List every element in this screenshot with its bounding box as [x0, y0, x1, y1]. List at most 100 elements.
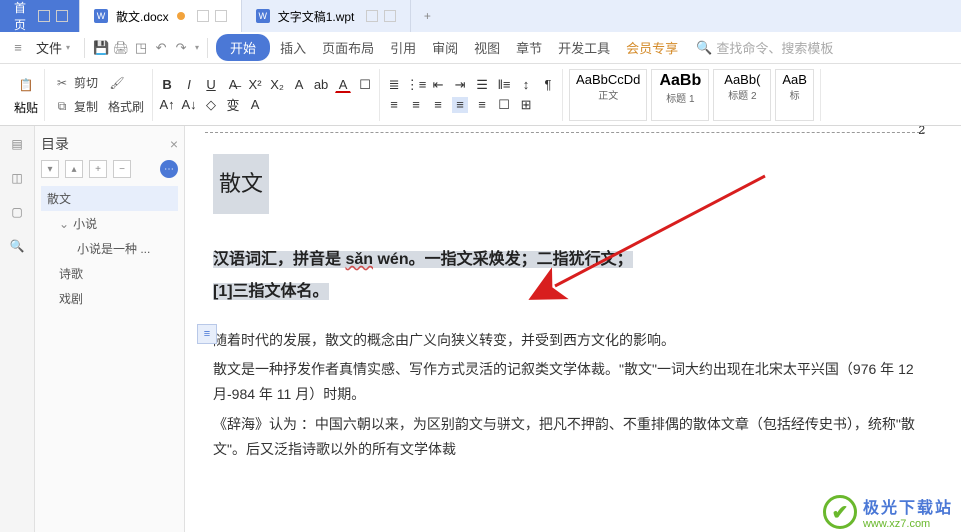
collapse-all-icon[interactable]: ▾ — [41, 160, 59, 178]
search-panel-icon[interactable]: 🔍 — [7, 236, 27, 256]
highlight-button[interactable]: ab — [313, 77, 329, 93]
document-tab[interactable]: W 文字文稿1.wpt — [242, 0, 412, 32]
format-painter-button[interactable]: 🖌 — [106, 73, 128, 93]
wps-word-icon: W — [256, 9, 270, 23]
copy-button[interactable]: ⧉复制 — [51, 97, 100, 117]
toc-item[interactable]: 戏剧 — [41, 286, 178, 311]
strikethrough-button[interactable]: A̶ — [225, 77, 241, 93]
subscript-button[interactable]: X₂ — [269, 77, 285, 93]
text-effect-button[interactable]: A — [291, 77, 307, 93]
toc-item[interactable]: 诗歌 — [41, 261, 178, 286]
tab-close-icon[interactable] — [384, 10, 396, 22]
distribute-button[interactable]: ≡ — [474, 97, 490, 113]
document-area[interactable]: 2 散文 汉语词汇，拼音是 sǎn wén。一指文采焕发；二指犹行文； [1]三… — [185, 126, 961, 532]
refresh-outline-icon[interactable]: ⋯ — [160, 160, 178, 178]
bookmark-icon[interactable]: ▢ — [7, 202, 27, 222]
superscript-button[interactable]: X² — [247, 77, 263, 93]
paste-button[interactable]: 📋 粘贴 — [14, 73, 38, 116]
sort-button[interactable]: ↕ — [518, 77, 534, 93]
tab-restore-icon[interactable] — [366, 10, 378, 22]
show-marks-button[interactable]: ¶ — [540, 77, 556, 93]
increase-font-button[interactable]: A↑ — [159, 97, 175, 113]
text-direction-button[interactable]: ☰ — [474, 77, 490, 93]
insert-tag-icon[interactable]: ≡ — [197, 324, 217, 344]
phonetic-guide-button[interactable]: 变 — [225, 97, 241, 113]
expand-all-icon[interactable]: ▴ — [65, 160, 83, 178]
align-left-button[interactable]: ≡ — [386, 97, 402, 113]
home-tab-label: 首页 — [14, 0, 26, 33]
toc-item[interactable]: ⌄小说 — [41, 211, 178, 236]
save-icon[interactable]: 💾 — [93, 40, 109, 56]
tab-controls — [197, 10, 227, 22]
align-right-button[interactable]: ≡ — [430, 97, 446, 113]
bookmark-panel-icon[interactable]: ◫ — [7, 168, 27, 188]
tab-restore-icon[interactable] — [56, 10, 68, 22]
print-preview-icon[interactable]: ◳ — [133, 40, 149, 56]
developer-ribbon-tab[interactable]: 开发工具 — [552, 34, 616, 61]
clear-format-button[interactable]: ◇ — [203, 97, 219, 113]
borders-button[interactable]: ⊞ — [518, 97, 534, 113]
add-section-icon[interactable]: + — [89, 160, 107, 178]
line-spacing-button[interactable]: ‖≡ — [496, 77, 512, 93]
cut-button[interactable]: ✂剪切 — [51, 73, 100, 93]
align-justify-button[interactable]: ≡ — [452, 97, 468, 113]
close-outline-icon[interactable]: × — [170, 136, 178, 152]
bold-button[interactable]: B — [159, 77, 175, 93]
style-heading3[interactable]: AaB 标 — [775, 69, 814, 121]
increase-indent-button[interactable]: ⇥ — [452, 77, 468, 93]
watermark-url: www.xz7.com — [863, 518, 953, 530]
print-icon[interactable]: 🖨 — [113, 40, 129, 56]
undo-icon[interactable]: ↶ — [153, 40, 169, 56]
italic-button[interactable]: I — [181, 77, 197, 93]
page-layout-ribbon-tab[interactable]: 页面布局 — [316, 34, 380, 61]
main-area: ▤ ◫ ▢ 🔍 目录 × ▾ ▴ + − ⋯ 散文 ⌄小说 小说是一种 ... … — [0, 126, 961, 532]
style-heading2[interactable]: AaBb( 标题 2 — [713, 69, 771, 121]
document-heading[interactable]: 散文 — [213, 154, 269, 214]
active-tab-title: 散文.docx — [116, 8, 169, 25]
bullets-button[interactable]: ≣ — [386, 77, 402, 93]
new-tab-button[interactable]: + — [411, 0, 443, 32]
insert-ribbon-tab[interactable]: 插入 — [274, 34, 312, 61]
references-ribbon-tab[interactable]: 引用 — [384, 34, 422, 61]
page: 2 散文 汉语词汇，拼音是 sǎn wén。一指文采焕发；二指犹行文； [1]三… — [205, 126, 925, 477]
vip-ribbon-tab[interactable]: 会员专享 — [620, 34, 684, 61]
decrease-font-button[interactable]: A↓ — [181, 97, 197, 113]
paragraph[interactable]: 随着时代的发展，散文的概念由广义向狭义转变，并受到西方文化的影响。 — [213, 328, 917, 353]
view-ribbon-tab[interactable]: 视图 — [468, 34, 506, 61]
format-painter-label[interactable]: 格式刷 — [106, 97, 146, 116]
outline-panel-icon[interactable]: ▤ — [7, 134, 27, 154]
review-ribbon-tab[interactable]: 审阅 — [426, 34, 464, 61]
decrease-indent-button[interactable]: ⇤ — [430, 77, 446, 93]
file-menu[interactable]: 文件▾ — [30, 34, 76, 61]
tab-minimize-icon[interactable] — [38, 10, 50, 22]
paste-icon: 📋 — [14, 73, 38, 97]
app-menu-icon[interactable]: ≡ — [10, 40, 26, 56]
para-shading-button[interactable]: ☐ — [496, 97, 512, 113]
remove-section-icon[interactable]: − — [113, 160, 131, 178]
toc-item[interactable]: 小说是一种 ... — [41, 236, 178, 261]
style-heading1[interactable]: AaBb 标题 1 — [651, 69, 709, 121]
tab-restore-icon[interactable] — [197, 10, 209, 22]
paragraph[interactable]: 散文是一种抒发作者真情实感、写作方式灵活的记叙类文学体裁。"散文"一词大约出现在… — [213, 357, 917, 407]
underline-button[interactable]: U — [203, 77, 219, 93]
tab-close-icon[interactable] — [215, 10, 227, 22]
shading-button[interactable]: ☐ — [357, 77, 373, 93]
home-tab[interactable]: 首页 — [0, 0, 80, 32]
paragraph[interactable]: 《辞海》认为 ：中国六朝以来，为区别韵文与骈文，把凡不押韵、不重排偶的散体文章（… — [213, 412, 917, 462]
font-color-button[interactable]: A — [335, 77, 351, 93]
selected-text[interactable]: [1]三指文体名。 — [213, 283, 329, 300]
selected-text[interactable]: 汉语词汇，拼音是 sǎn wén。一指文采焕发；二指犹行文； — [213, 251, 633, 268]
redo-icon[interactable]: ↷ — [173, 40, 189, 56]
align-center-button[interactable]: ≡ — [408, 97, 424, 113]
chapter-ribbon-tab[interactable]: 章节 — [510, 34, 548, 61]
numbering-button[interactable]: ⋮≡ — [408, 77, 424, 93]
style-normal[interactable]: AaBbCcDd 正文 — [569, 69, 647, 121]
home-ribbon-tab[interactable]: 开始 — [216, 34, 270, 61]
character-border-button[interactable]: A — [247, 97, 263, 113]
active-document-tab[interactable]: W 散文.docx — [80, 0, 242, 32]
page-number: 2 — [918, 126, 925, 137]
command-search[interactable]: 🔍 查找命令、搜索模板 — [696, 38, 833, 57]
page-content[interactable]: 散文 汉语词汇，拼音是 sǎn wén。一指文采焕发；二指犹行文； [1]三指文… — [205, 139, 925, 477]
brush-icon: 🖌 — [108, 74, 126, 92]
toc-item[interactable]: 散文 — [41, 186, 178, 211]
